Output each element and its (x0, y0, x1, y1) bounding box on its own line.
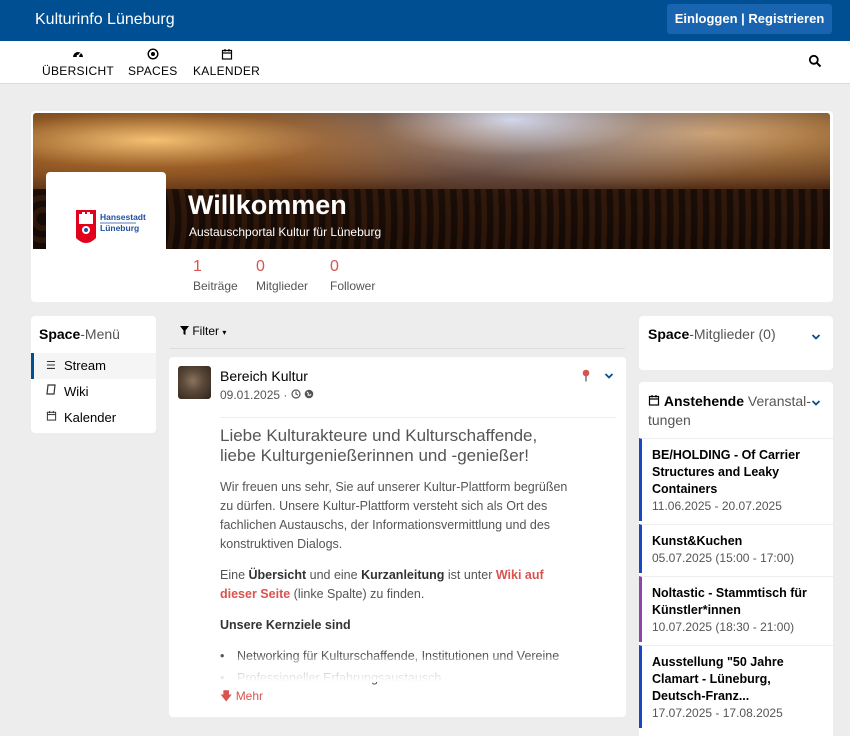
post-date[interactable]: 09.01.2025 · (220, 388, 287, 402)
event-item[interactable]: BE/HOLDING - Of Carrier Structures and L… (639, 438, 833, 521)
space-members-panel: Space-Mitglieder (0) (639, 316, 833, 370)
event-name: Ausstellung "50 Jahre Clamart - Lüneburg… (652, 655, 784, 703)
post-paragraph: Wir freuen uns sehr, Sie auf unserer Kul… (220, 480, 568, 551)
nav-label: ÜBERSICHT (42, 64, 115, 78)
post-content: Liebe Kulturakteure und Kulturschaffende… (220, 426, 575, 689)
show-more-label: Mehr (235, 689, 264, 703)
search-icon[interactable] (808, 54, 824, 70)
show-more-link[interactable]: 🡇 Mehr (220, 687, 263, 708)
space-menu: Space-Menü ☰ Stream Wiki Kalender (31, 316, 156, 433)
caret-down-icon: ▾ (222, 328, 227, 337)
filter-label: Filter (192, 324, 220, 338)
divider (170, 348, 625, 349)
lueneburg-crest-icon: Hansestadt Lüneburg (76, 210, 146, 243)
pin-icon (582, 369, 590, 385)
stat-value: 0 (330, 258, 339, 275)
stream-post: Bereich Kultur 09.01.2025 · Liebe Kultur… (169, 357, 626, 717)
main-nav: ÜBERSICHT SPACES KALENDER (0, 41, 850, 84)
stat-posts[interactable]: 1 Beiträge (193, 258, 238, 293)
nav-item-calendar[interactable]: KALENDER (193, 48, 260, 78)
login-register-button[interactable]: Einloggen | Registrieren (667, 4, 832, 34)
brand-title[interactable]: Kulturinfo Lüneburg (35, 11, 175, 29)
content-fade (169, 657, 626, 682)
filter-dropdown[interactable]: Filter ▾ (180, 324, 226, 338)
event-date: 10.07.2025 (18:30 - 21:00) (652, 620, 795, 634)
dashboard-icon (42, 48, 114, 64)
nav-item-spaces[interactable]: SPACES (128, 48, 178, 78)
arrow-down-icon: 🡇 (220, 689, 233, 703)
divider (220, 417, 616, 418)
stat-followers[interactable]: 0 Follower (330, 258, 375, 293)
event-name: Noltastic - Stammtisch für Künstler*inne… (652, 586, 807, 617)
stat-label: Mitglieder (256, 279, 309, 293)
sidebar-item-label: Kalender (64, 410, 117, 425)
sidebar-item-stream[interactable]: ☰ Stream (31, 353, 156, 379)
event-date: 17.07.2025 - 17.08.2025 (652, 706, 783, 720)
space-logo[interactable]: Hansestadt Lüneburg (46, 172, 166, 292)
nav-label: SPACES (128, 64, 178, 78)
stat-label: Follower (330, 279, 376, 293)
filter-icon (180, 326, 189, 335)
calendar-icon (46, 405, 57, 431)
logo-text-line2: Lüneburg (100, 223, 139, 233)
calendar-icon (193, 48, 260, 64)
book-icon (46, 379, 56, 405)
space-title: Willkommen (188, 190, 347, 220)
calendar-icon (648, 395, 660, 406)
sidebar-item-wiki[interactable]: Wiki (31, 379, 156, 405)
upcoming-events-panel: Anstehende Veranstal-tungen BE/HOLDING -… (639, 382, 833, 736)
space-header: Willkommen Austauschportal Kultur für Lü… (31, 111, 833, 302)
nav-label: KALENDER (193, 64, 261, 78)
globe-icon (304, 389, 314, 399)
logo-text-line1: Hansestadt (100, 212, 146, 222)
event-item[interactable]: Noltastic - Stammtisch für Künstler*inne… (639, 576, 833, 642)
event-name: Kunst&Kuchen (652, 534, 743, 548)
event-date: 05.07.2025 (15:00 - 17:00) (652, 551, 795, 565)
post-headline: Liebe Kulturakteure und Kulturschaffende… (220, 426, 538, 465)
stat-value: 0 (256, 258, 265, 275)
space-menu-title: Space-Menü (39, 326, 120, 342)
author-avatar[interactable] (178, 366, 211, 399)
stat-value: 1 (193, 258, 202, 275)
bars-icon: ☰ (46, 360, 56, 372)
sidebar-item-kalender[interactable]: Kalender (31, 405, 156, 431)
members-title: Space-Mitglieder (0) (648, 326, 776, 342)
sidebar-item-label: Stream (64, 358, 106, 373)
stat-label: Beiträge (193, 279, 238, 293)
events-chevron-icon[interactable] (811, 396, 821, 406)
post-menu-chevron-icon[interactable] (604, 369, 614, 379)
members-chevron-icon[interactable] (811, 330, 821, 340)
space-subtitle: Austauschportal Kultur für Lüneburg (189, 225, 382, 239)
events-title: Anstehende Veranstal-tungen (648, 393, 811, 428)
event-date: 11.06.2025 - 20.07.2025 (652, 499, 782, 513)
sidebar-item-label: Wiki (64, 384, 89, 399)
stat-members[interactable]: 0 Mitglieder (256, 258, 308, 293)
top-bar: Kulturinfo Lüneburg Einloggen | Registri… (0, 0, 850, 41)
post-paragraph-2: Eine Übersicht und eine Kurzanleitung is… (220, 568, 544, 601)
dot-circle-icon (128, 48, 178, 64)
event-item[interactable]: Ausstellung "50 Jahre Clamart - Lüneburg… (639, 645, 833, 728)
goals-title: Unsere Kernziele sind (220, 618, 351, 632)
clock-icon (291, 389, 301, 399)
event-item[interactable]: Kunst&Kuchen 05.07.2025 (15:00 - 17:00) (639, 524, 833, 573)
nav-item-overview[interactable]: ÜBERSICHT (42, 48, 114, 78)
event-name: BE/HOLDING - Of Carrier Structures and L… (652, 448, 800, 496)
post-author[interactable]: Bereich Kultur (220, 368, 308, 384)
post-meta: 09.01.2025 · (220, 388, 314, 402)
